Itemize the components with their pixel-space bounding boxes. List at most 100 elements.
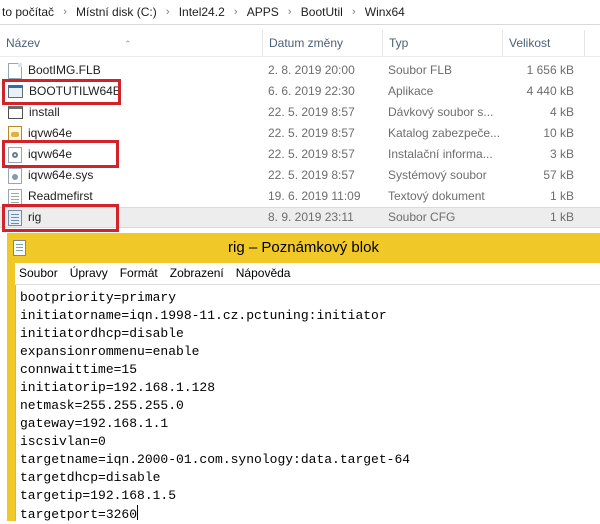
notepad-menu-item[interactable]: Úpravy [64,263,114,284]
notepad-menubar: Soubor Úpravy Formát Zobrazení Nápověda [15,263,600,285]
file-type: Textový dokument [388,189,485,203]
column-headers: Název ⌃ Datum změny Typ Velikost [0,30,600,57]
breadcrumb-item[interactable]: Winx64 [363,5,407,19]
notepad-text-content: bootpriority=primary initiatorname=iqn.19… [20,289,410,523]
notepad-text-line: expansionrommenu=enable [20,343,410,361]
notepad-line-text: bootpriority=primary [20,290,177,305]
notepad-text-line: initiatordhcp=disable [20,325,410,343]
file-date: 22. 5. 2019 8:57 [268,168,355,182]
notepad-text-area[interactable]: bootpriority=primary initiatorname=iqn.19… [15,285,600,523]
notepad-text-line: targetport=3260 [20,505,410,523]
notepad-line-text: gateway=192.168.1.1 [20,416,169,431]
file-date: 2. 8. 2019 20:00 [268,63,355,77]
highlight-box-iqvw64e-inf [2,140,119,168]
notepad-text-line: netmask=255.255.255.0 [20,397,410,415]
notepad-window: rig – Poznámkový blok Soubor Úpravy Formát… [7,233,600,523]
file-row[interactable]: BootIMG.FLB 2. 8. 2019 20:00 Soubor FLB 1 6… [0,60,600,81]
file-size: 4 440 kB [526,84,574,98]
notepad-text-line: bootpriority=primary [20,289,410,307]
notepad-line-text: initiatorname=iqn.1998-11.cz.pctuning:in… [20,308,387,323]
file-type: Soubor CFG [388,210,456,224]
file-date: 8. 9. 2019 23:11 [268,210,354,224]
notepad-menu-item[interactable]: Soubor [15,263,64,284]
file-type: Systémový soubor [388,168,487,182]
file-size: 10 kB [543,126,574,140]
file-date: 22. 5. 2019 8:57 [268,105,355,119]
notepad-menu-item[interactable]: Nápověda [230,263,297,284]
file-name: install [29,105,60,119]
notepad-line-text: targetport=3260 [20,507,138,522]
notepad-line-text: targetname=iqn.2000-01.com.synology:data… [20,452,411,467]
breadcrumb-item[interactable]: to počítač [0,5,56,19]
column-header-name-label: Název [6,36,41,50]
notepad-line-text: expansionrommenu=enable [20,344,200,359]
notepad-line-text: netmask=255.255.255.0 [20,398,184,413]
notepad-text-line: targetip=192.168.1.5 [20,487,410,505]
notepad-line-text: initiatordhcp=disable [20,326,184,341]
notepad-menu-item[interactable]: Formát [114,263,164,284]
notepad-line-text: connwaittime=15 [20,362,138,377]
notepad-text-line: initiatorip=192.168.1.128 [20,379,410,397]
breadcrumb-separator-icon[interactable]: › [56,6,74,18]
breadcrumb-item[interactable]: Intel24.2 [177,5,227,19]
column-header-name[interactable]: Název ⌃ [0,30,262,56]
text-caret [137,505,139,520]
file-row[interactable]: iqvw64e.sys 22. 5. 2019 8:57 Systémový sou… [0,165,600,186]
notepad-title: rig – Poznámkový blok [228,239,379,256]
file-date: 22. 5. 2019 8:57 [268,147,355,161]
notepad-menu-item[interactable]: Zobrazení [164,263,230,284]
file-date: 19. 6. 2019 11:09 [268,189,361,203]
column-header-type[interactable]: Typ [382,30,502,56]
notepad-line-text: targetdhcp=disable [20,470,161,485]
file-name: iqvw64e.sys [28,168,94,182]
file-name-cell: install [8,102,258,123]
file-date: 6. 6. 2019 22:30 [268,84,355,98]
file-name-cell: iqvw64e.sys [8,165,258,186]
breadcrumb-separator-icon[interactable]: › [227,6,245,18]
file-type: Aplikace [388,84,434,98]
column-header-date[interactable]: Datum změny [262,30,382,56]
notepad-text-line: gateway=192.168.1.1 [20,415,410,433]
file-name-cell: BootIMG.FLB [8,60,258,81]
notepad-line-text: targetip=192.168.1.5 [20,488,177,503]
breadcrumb-item[interactable]: BootUtil [299,5,345,19]
notepad-text-line: iscsivlan=0 [20,433,410,451]
file-size: 4 kB [549,105,574,119]
notepad-text-line: initiatorname=iqn.1998-11.cz.pctuning:in… [20,307,410,325]
breadcrumb-item[interactable]: APPS [245,5,281,19]
column-header-date-label: Datum změny [269,36,344,50]
file-type: Soubor FLB [388,63,453,77]
breadcrumb-item[interactable]: Místní disk (C:) [74,5,159,19]
column-header-size[interactable]: Velikost [502,30,584,56]
highlight-box-bootutilw64e [2,79,121,105]
notepad-text-line: connwaittime=15 [20,361,410,379]
text-document-icon [8,188,22,205]
file-size: 1 656 kB [526,63,574,77]
file-date: 22. 5. 2019 8:57 [268,126,355,140]
file-size: 1 kB [549,189,574,203]
file-size: 1 kB [549,210,574,224]
file-size: 3 kB [549,147,574,161]
file-type: Instalační informa... [388,147,493,161]
batch-file-icon [8,106,23,119]
system-file-icon [8,167,22,184]
column-header-type-label: Typ [389,36,409,50]
highlight-box-rig [2,204,119,232]
column-header-divider [584,30,600,56]
file-row[interactable]: install 22. 5. 2019 8:57 Dávkový soubor s.… [0,102,600,123]
breadcrumb-separator-icon[interactable]: › [345,6,363,18]
file-type: Katalog zabezpeče... [388,126,501,140]
column-header-size-label: Velikost [509,36,551,50]
notepad-text-line: targetname=iqn.2000-01.com.synology:data… [20,451,410,469]
notepad-line-text: initiatorip=192.168.1.128 [20,380,216,395]
breadcrumb-separator-icon[interactable]: › [159,6,177,18]
file-name: BootIMG.FLB [28,63,101,77]
notepad-line-text: iscsivlan=0 [20,434,106,449]
file-type: Dávkový soubor s... [388,105,494,119]
document-icon [8,62,22,79]
breadcrumb-separator-icon[interactable]: › [281,6,299,18]
notepad-text-line: targetdhcp=disable [20,469,410,487]
address-breadcrumb: to počítač › Místní disk (C:) › Intel24.2 › AP… [0,0,600,25]
sort-ascending-icon: ⌃ [124,39,132,49]
file-size: 57 kB [543,168,574,182]
